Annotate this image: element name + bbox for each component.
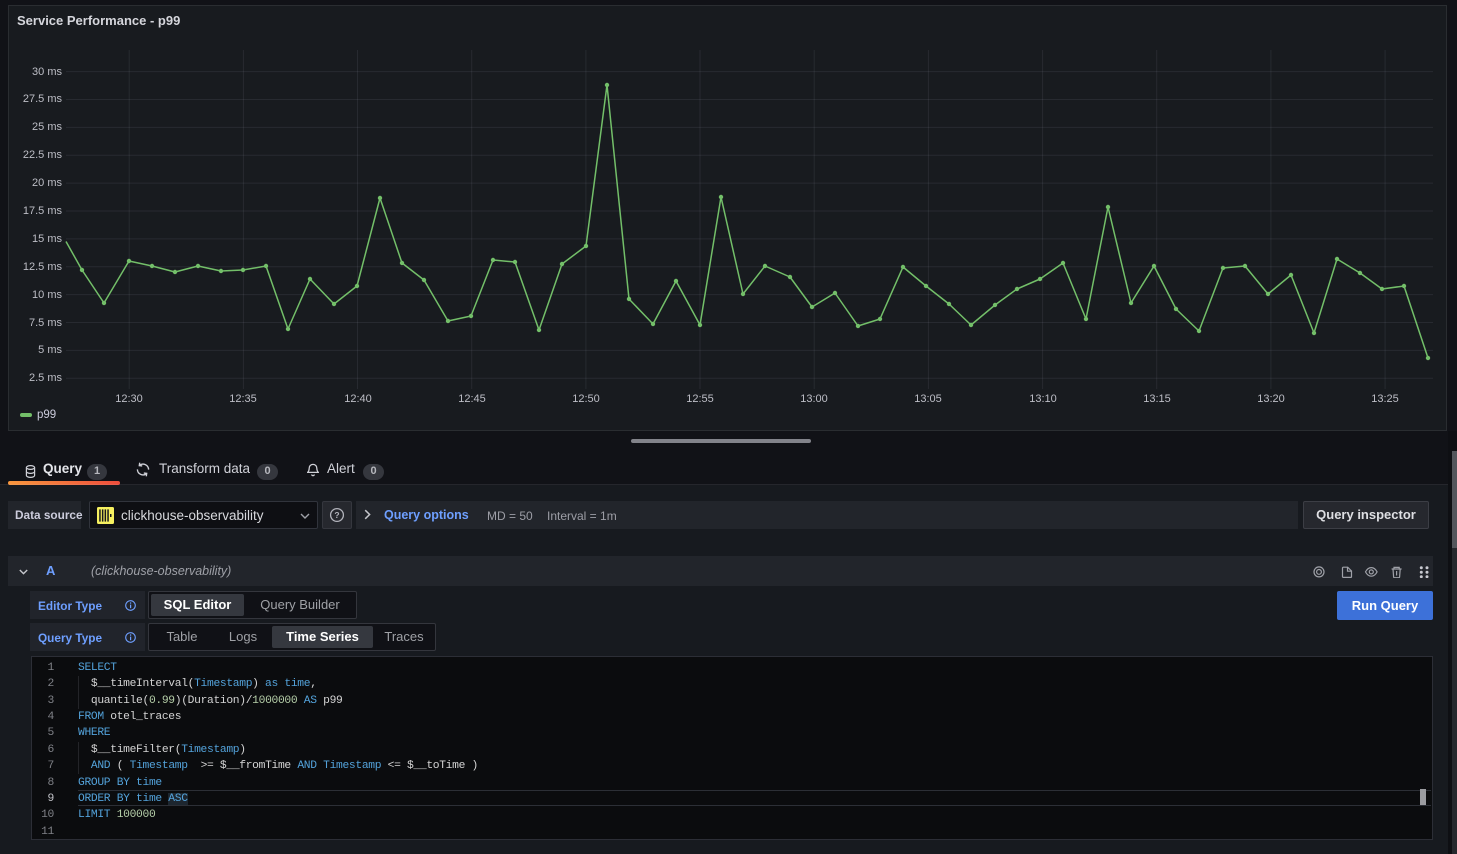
svg-text:?: ? — [334, 510, 339, 520]
